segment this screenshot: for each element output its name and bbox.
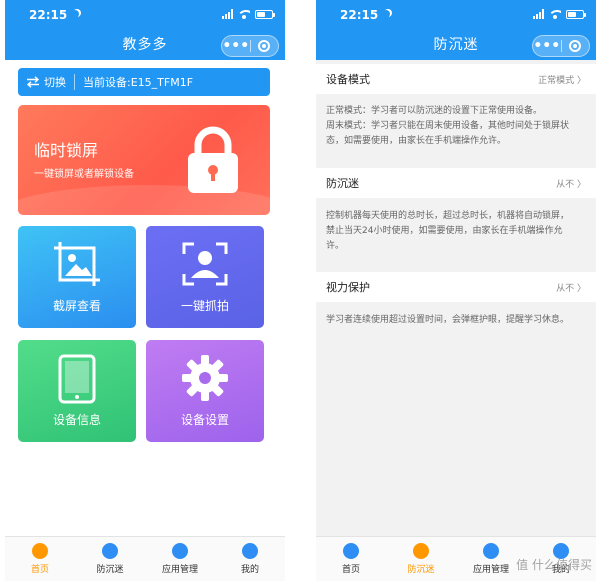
setting-value: 正常模式 〉 [538, 75, 586, 86]
desc-line: 正常模式：学习者可以防沉迷的设置下正常使用设备。 [326, 106, 543, 116]
wifi-icon [238, 9, 250, 19]
setting-description: 正常模式：学习者可以防沉迷的设置下正常使用设备。 周末模式：学习者只能在周末使用… [316, 104, 596, 149]
setting-name: 设备模式 [326, 73, 370, 86]
system-icons [533, 9, 586, 19]
desc-line: 学习者连续使用超过设置时间，会弹框护眼，提醒学习休息。 [326, 315, 570, 325]
tab-bar: 首页 防沉迷 应用管理 我的 [5, 536, 285, 581]
tab-label: 防沉迷 [96, 565, 124, 575]
setting-name: 防沉迷 [326, 177, 359, 190]
lock-card-title: 临时锁屏 [34, 141, 99, 160]
tab-home[interactable]: 首页 [316, 537, 386, 581]
portrait-capture-icon [182, 242, 228, 286]
tile-label: 截屏查看 [52, 299, 101, 313]
moon-icon [382, 10, 390, 18]
tile-label: 设备信息 [52, 413, 101, 427]
tab-label: 应用管理 [161, 565, 198, 575]
current-device: 当前设备:E15_TFM1F [83, 76, 194, 89]
tab-label: 首页 [341, 565, 360, 575]
lock-icon [188, 126, 238, 193]
tab-label: 防沉迷 [407, 565, 435, 575]
anti-addiction-screen: 22:15 防沉迷 ••• 设备模式 正常模式 〉 正常模式：学习者可以防沉迷的… [316, 0, 596, 581]
gear-icon [182, 355, 228, 401]
tab-app-management[interactable]: 应用管理 [145, 537, 215, 581]
home-icon [343, 543, 359, 559]
desc-line: 许。 [326, 241, 345, 251]
temporary-lock-card[interactable]: 临时锁屏 一键锁屏或者解锁设备 [18, 105, 270, 215]
system-icons [222, 9, 275, 19]
tab-label: 我的 [240, 565, 259, 575]
chevron-right-icon: 〉 [576, 75, 586, 86]
setting-value: 从不 〉 [556, 283, 586, 294]
swap-icon [26, 76, 40, 88]
image-icon [54, 242, 100, 286]
user-icon [242, 543, 258, 559]
moon-icon [71, 10, 79, 18]
wifi-icon [549, 9, 561, 19]
more-button[interactable]: ••• [222, 37, 250, 55]
home-screen: 22:15 教多多 ••• 切换 当前设备:E15_TFM1F 临时锁屏 一键锁… [5, 0, 285, 581]
miniprogram-capsule: ••• [532, 35, 590, 57]
tab-label: 应用管理 [472, 565, 509, 575]
setting-device-mode[interactable]: 设备模式 正常模式 〉 [316, 64, 596, 94]
desc-line: 控制机器每天使用的总时长，超过总时长，机器将自动锁屏， [326, 211, 570, 221]
setting-description: 学习者连续使用超过设置时间，会弹框护眼，提醒学习休息。 [316, 313, 596, 328]
desc-line: 周末模式：学习者只能在周末使用设备，其他时间处于锁屏状 [326, 121, 570, 131]
tile-label: 一键抓拍 [180, 299, 229, 313]
chevron-right-icon: 〉 [576, 283, 586, 294]
desc-line: 禁止当天24小时使用，如需要使用，由家长在手机端操作允 [326, 226, 563, 236]
tab-home[interactable]: 首页 [5, 537, 75, 581]
grid-icon [172, 543, 188, 559]
shield-icon [413, 543, 429, 559]
grid-icon [483, 543, 499, 559]
signal-icon [222, 9, 233, 19]
watermark-text: 值 什么值得买 [516, 558, 592, 572]
setting-anti-addiction[interactable]: 防沉迷 从不 〉 [316, 168, 596, 198]
miniprogram-capsule: ••• [221, 35, 279, 57]
target-icon [258, 40, 271, 52]
close-miniprogram-button[interactable] [250, 40, 278, 52]
status-time: 22:15 [29, 8, 79, 22]
target-icon [569, 40, 582, 52]
desc-line: 态，如需要使用，由家长在手机端操作允许。 [326, 136, 507, 146]
signal-icon [533, 9, 544, 19]
tab-label: 首页 [30, 565, 49, 575]
watermark: 值 什么值得买 [516, 556, 592, 573]
battery-icon [566, 9, 586, 19]
battery-icon [255, 9, 275, 19]
status-bar: 22:15 [5, 0, 285, 30]
shield-icon [102, 543, 118, 559]
tab-mine[interactable]: 我的 [215, 537, 285, 581]
setting-vision-protection[interactable]: 视力保护 从不 〉 [316, 272, 596, 302]
switch-label: 切换 [44, 76, 66, 89]
tab-anti-addiction[interactable]: 防沉迷 [386, 537, 456, 581]
setting-value: 从不 〉 [556, 179, 586, 190]
status-time: 22:15 [340, 8, 390, 22]
tile-device-settings[interactable]: 设备设置 [146, 340, 264, 442]
tablet-icon [58, 354, 96, 404]
close-miniprogram-button[interactable] [561, 40, 589, 52]
tile-one-click-capture[interactable]: 一键抓拍 [146, 226, 264, 328]
setting-name: 视力保护 [326, 281, 370, 294]
more-button[interactable]: ••• [533, 37, 561, 55]
lock-card-subtitle: 一键锁屏或者解锁设备 [34, 169, 134, 180]
home-icon [32, 543, 48, 559]
tile-screenshot-view[interactable]: 截屏查看 [18, 226, 136, 328]
tile-device-info[interactable]: 设备信息 [18, 340, 136, 442]
chevron-right-icon: 〉 [576, 179, 586, 190]
switch-button[interactable]: 切换 [18, 74, 75, 90]
status-bar: 22:15 [316, 0, 596, 30]
tile-label: 设备设置 [180, 413, 229, 427]
setting-description: 控制机器每天使用的总时长，超过总时长，机器将自动锁屏， 禁止当天24小时使用，如… [316, 209, 596, 254]
nav-bar: 教多多 ••• [5, 30, 285, 60]
nav-bar: 防沉迷 ••• [316, 30, 596, 60]
tab-anti-addiction[interactable]: 防沉迷 [75, 537, 145, 581]
device-switch-bar[interactable]: 切换 当前设备:E15_TFM1F [18, 68, 270, 96]
